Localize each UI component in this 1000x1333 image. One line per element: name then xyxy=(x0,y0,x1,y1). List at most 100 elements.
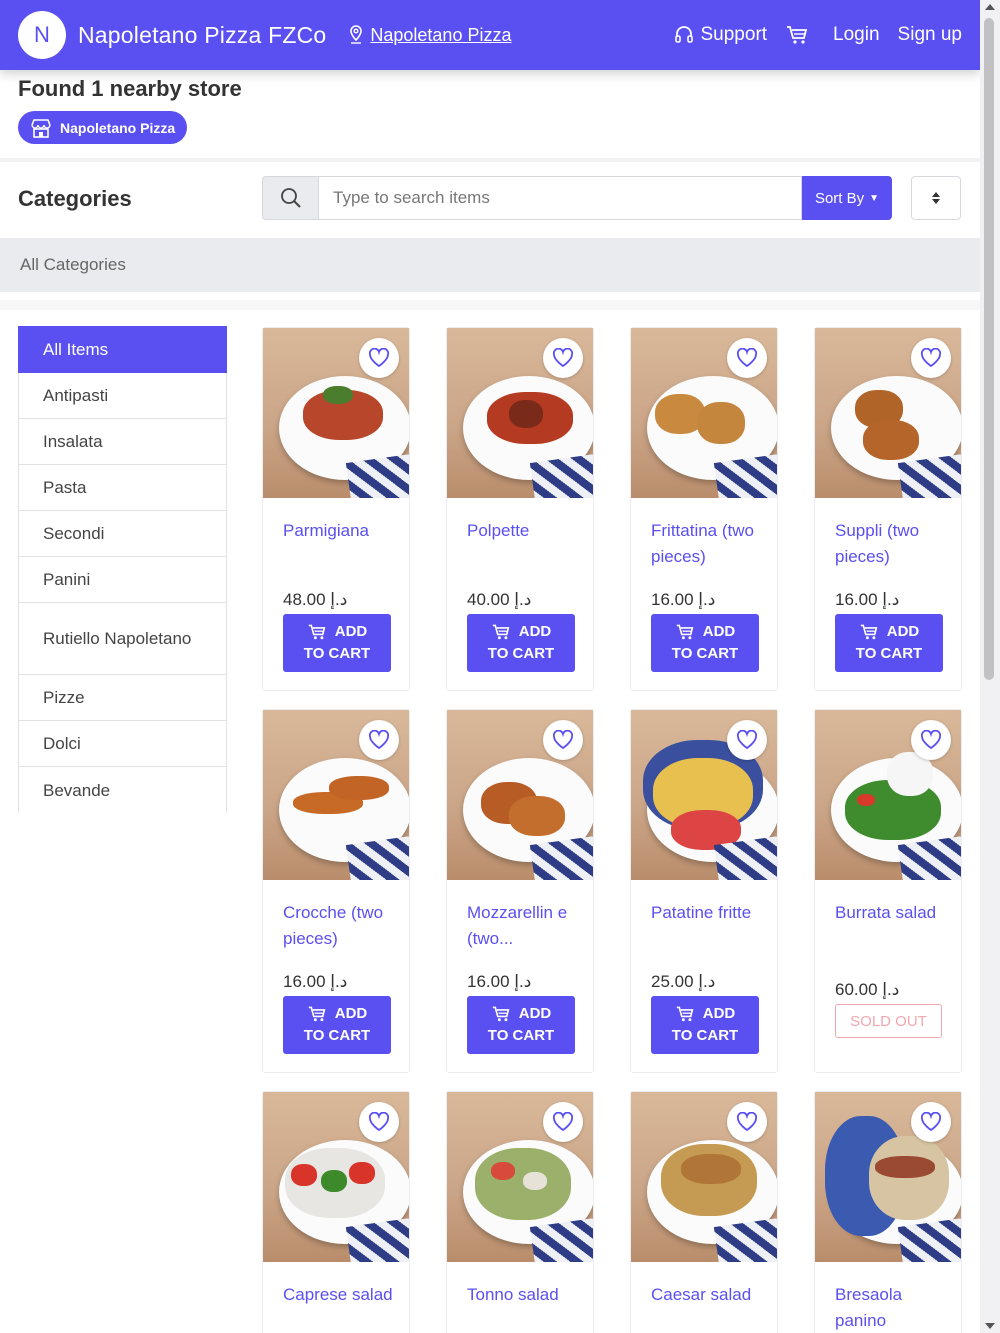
product-name[interactable]: Mozzarellin e (two... xyxy=(467,900,583,952)
scroll-up-arrow-icon[interactable] xyxy=(985,4,995,10)
product-image[interactable] xyxy=(447,328,593,498)
product-card[interactable]: Patatine fritte 25.00 د.إ ADD TO CART xyxy=(630,709,778,1073)
product-image[interactable] xyxy=(631,328,777,498)
sort-by-dropdown[interactable]: Sort By ▼ xyxy=(802,176,892,220)
product-image[interactable] xyxy=(447,1092,593,1262)
sidebar-item[interactable]: Antipasti xyxy=(18,373,227,419)
favorite-button[interactable] xyxy=(727,720,767,760)
favorite-button[interactable] xyxy=(727,338,767,378)
sold-out-badge: SOLD OUT xyxy=(835,1004,942,1038)
product-image[interactable] xyxy=(815,1092,961,1262)
vertical-scrollbar[interactable] xyxy=(980,0,1000,1333)
favorite-button[interactable] xyxy=(911,1102,951,1142)
product-image[interactable] xyxy=(263,710,409,880)
support-link[interactable]: Support xyxy=(673,24,767,46)
sidebar-item[interactable]: Insalata xyxy=(18,419,227,465)
store-pill[interactable]: Napoletano Pizza xyxy=(18,111,188,144)
cart-icon xyxy=(676,1006,694,1022)
breadcrumb-item[interactable]: All Categories xyxy=(20,255,126,275)
product-card[interactable]: Polpette 40.00 د.إ ADD TO CART xyxy=(446,327,594,691)
add-to-cart-line1: ADD xyxy=(675,1003,735,1025)
product-image[interactable] xyxy=(815,710,961,880)
product-price: 40.00 د.إ xyxy=(467,590,532,609)
product-image[interactable] xyxy=(631,710,777,880)
add-to-cart-button[interactable]: ADD TO CART xyxy=(651,996,759,1054)
brand-name[interactable]: Napoletano Pizza FZCo xyxy=(78,22,326,49)
product-name[interactable]: Suppli (two pieces) xyxy=(835,518,951,570)
add-to-cart-button[interactable]: ADD TO CART xyxy=(651,614,759,672)
product-image[interactable] xyxy=(263,328,409,498)
product-card[interactable]: Tonno salad xyxy=(446,1091,594,1333)
product-name[interactable]: Parmigiana xyxy=(283,518,399,544)
food-shape xyxy=(681,1154,741,1184)
scroll-down-arrow-icon[interactable] xyxy=(985,1323,995,1329)
signup-link[interactable]: Sign up xyxy=(898,24,962,46)
sidebar-item-label: Pizze xyxy=(43,688,85,707)
product-card[interactable]: Caesar salad xyxy=(630,1091,778,1333)
heart-icon xyxy=(368,730,390,750)
sidebar-item[interactable]: Dolci xyxy=(18,721,227,767)
product-card[interactable]: Mozzarellin e (two... 16.00 د.إ ADD TO CART xyxy=(446,709,594,1073)
add-label: ADD xyxy=(886,623,920,640)
product-card[interactable]: Parmigiana 48.00 د.إ ADD TO CART xyxy=(262,327,410,691)
sidebar-item[interactable]: Panini xyxy=(18,557,227,603)
product-name[interactable]: Tonno salad xyxy=(467,1282,583,1308)
favorite-button[interactable] xyxy=(359,720,399,760)
product-name[interactable]: Caesar salad xyxy=(651,1282,767,1308)
sidebar-item[interactable]: All Items xyxy=(18,326,227,373)
sidebar-item[interactable]: Pasta xyxy=(18,465,227,511)
to-cart-label: TO CART xyxy=(671,1027,739,1044)
headset-icon xyxy=(674,26,693,43)
favorite-button[interactable] xyxy=(543,1102,583,1142)
product-name[interactable]: Caprese salad xyxy=(283,1282,399,1308)
product-image[interactable] xyxy=(263,1092,409,1262)
product-card[interactable]: Crocche (two pieces) 16.00 د.إ ADD TO CART xyxy=(262,709,410,1073)
favorite-button[interactable] xyxy=(359,1102,399,1142)
add-to-cart-button[interactable]: ADD TO CART xyxy=(467,614,575,672)
sidebar-item[interactable]: Rutiello Napoletano xyxy=(18,603,227,675)
store-pill-label: Napoletano Pizza xyxy=(60,119,176,136)
add-to-cart-button[interactable]: ADD TO CART xyxy=(283,996,391,1054)
product-card[interactable]: Suppli (two pieces) 16.00 د.إ ADD TO CART xyxy=(814,327,962,691)
product-image[interactable] xyxy=(631,1092,777,1262)
sidebar-item[interactable]: Secondi xyxy=(18,511,227,557)
product-name[interactable]: Polpette xyxy=(467,518,583,544)
product-name[interactable]: Crocche (two pieces) xyxy=(283,900,399,952)
product-card[interactable]: Frittatina (two pieces) 16.00 د.إ ADD TO CA… xyxy=(630,327,778,691)
favorite-button[interactable] xyxy=(911,338,951,378)
scroll-thumb[interactable] xyxy=(984,18,994,680)
add-to-cart-button[interactable]: ADD TO CART xyxy=(283,614,391,672)
favorite-button[interactable] xyxy=(359,338,399,378)
add-label: ADD xyxy=(334,623,368,640)
store-selector-link[interactable]: Napoletano Pizza xyxy=(348,25,511,46)
sidebar-item[interactable]: Pizze xyxy=(18,675,227,721)
favorite-button[interactable] xyxy=(543,338,583,378)
food-shape xyxy=(329,776,389,800)
favorite-button[interactable] xyxy=(911,720,951,760)
login-link[interactable]: Login xyxy=(833,24,880,46)
search-icon-box[interactable] xyxy=(262,176,318,220)
favorite-button[interactable] xyxy=(727,1102,767,1142)
product-name[interactable]: Patatine fritte xyxy=(651,900,767,926)
product-card[interactable]: Burrata salad 60.00 د.إ SOLD OUT xyxy=(814,709,962,1073)
cart-button[interactable] xyxy=(785,24,815,46)
favorite-button[interactable] xyxy=(543,720,583,760)
brand-avatar[interactable]: N xyxy=(18,11,66,59)
cart-icon xyxy=(308,624,326,640)
sidebar-item[interactable]: Bevande xyxy=(18,767,227,813)
product-card[interactable]: Caprese salad xyxy=(262,1091,410,1333)
add-to-cart-button[interactable]: ADD TO CART xyxy=(835,614,943,672)
sort-direction-button[interactable] xyxy=(911,176,961,220)
product-name[interactable]: Frittatina (two pieces) xyxy=(651,518,767,570)
add-to-cart-button[interactable]: ADD TO CART xyxy=(467,996,575,1054)
product-name[interactable]: Bresaola panino xyxy=(835,1282,951,1333)
sidebar-item-label: Pasta xyxy=(43,478,87,497)
cart-icon xyxy=(492,624,510,640)
section-divider xyxy=(0,300,980,310)
sidebar-item-label: Bevande xyxy=(43,780,111,800)
product-name[interactable]: Burrata salad xyxy=(835,900,951,926)
product-image[interactable] xyxy=(815,328,961,498)
product-image[interactable] xyxy=(447,710,593,880)
search-input[interactable] xyxy=(318,176,802,220)
product-card[interactable]: Bresaola panino xyxy=(814,1091,962,1333)
